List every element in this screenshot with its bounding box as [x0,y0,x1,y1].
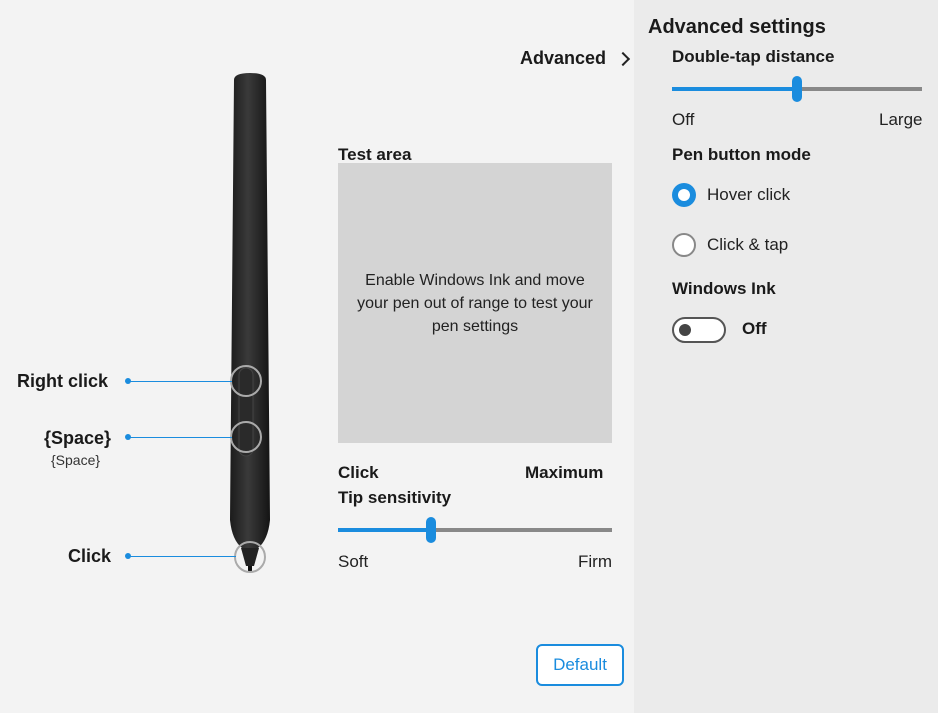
pen-button-mode-title: Pen button mode [672,145,811,164]
chevron-right-icon [615,51,631,66]
advanced-link-label: Advanced [520,48,607,68]
callout-line [128,437,232,438]
tip-firm-label: Firm [578,552,612,571]
callout-click[interactable]: Click [68,546,111,567]
slider-fill [672,87,797,91]
callout-space[interactable]: {Space} [44,428,111,449]
double-tap-title: Double-tap distance [672,47,835,66]
advanced-link[interactable]: Advanced [520,48,631,69]
double-tap-off-label: Off [672,110,695,129]
pen-body [230,73,270,548]
callout-space-sub: {Space} [51,452,101,468]
advanced-settings-panel: Advanced settings Double-tap distance Of… [634,0,938,713]
slider-fill [338,528,431,532]
side-switch [238,367,254,457]
radio-hover-click[interactable] [672,183,696,207]
pen-settings-main: Advanced wacom Right click {Space} {Spac… [0,0,634,713]
slider-thumb[interactable] [792,76,802,102]
tip-sensitivity-title: Tip sensitivity [338,488,452,507]
default-button[interactable]: Default [536,644,624,686]
toggle-knob [679,324,691,336]
callout-line [128,556,236,557]
double-tap-large-label: Large [879,110,923,129]
radio-click-tap[interactable] [672,233,696,257]
radio-hover-click-label[interactable]: Hover click [707,185,790,205]
pen-tip-cone [241,548,259,566]
tip-soft-label: Soft [338,552,369,571]
tip-click-label: Click [338,463,379,482]
slider-thumb[interactable] [426,517,436,543]
test-area[interactable]: Enable Windows Ink and move your pen out… [338,163,612,443]
windows-ink-toggle[interactable] [672,317,726,343]
callout-line [128,381,232,382]
windows-ink-title: Windows Ink [672,279,776,298]
test-area-title: Test area [338,145,412,164]
tip-maximum-label: Maximum [525,463,604,482]
panel-title: Advanced settings [648,16,826,38]
radio-click-tap-label[interactable]: Click & tap [707,235,788,255]
test-area-message: Enable Windows Ink and move your pen out… [357,271,593,335]
windows-ink-state: Off [742,319,767,338]
double-tap-slider[interactable] [672,75,922,105]
tip-sensitivity-slider[interactable] [338,515,612,545]
pen-illustration: wacom [230,73,270,573]
callout-right-click[interactable]: Right click [17,371,108,392]
